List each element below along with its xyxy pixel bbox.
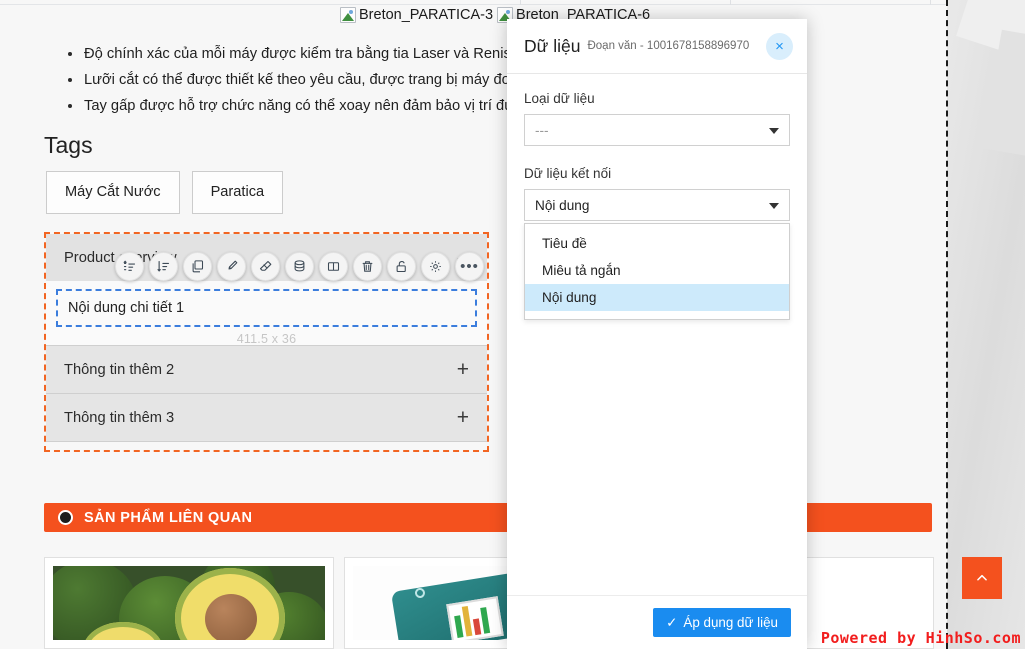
data-type-value: --- bbox=[535, 122, 549, 138]
data-settings-panel: Dữ liệu Đoạn văn - 1001678158896970 × Lo… bbox=[507, 19, 807, 649]
chevron-down-icon bbox=[769, 128, 779, 134]
product-card[interactable] bbox=[44, 557, 334, 649]
dimension-label: 411.5 x 36 bbox=[236, 332, 297, 346]
linked-data-label: Dữ liệu kết nối bbox=[524, 166, 612, 181]
check-icon: ✓ bbox=[666, 614, 678, 630]
move-up-icon[interactable] bbox=[115, 252, 144, 281]
eraser-icon[interactable] bbox=[251, 252, 280, 281]
data-type-label: Loại dữ liệu bbox=[524, 91, 595, 106]
dropdown-option-content[interactable]: Nội dung bbox=[525, 284, 789, 311]
top-cell-divider-1 bbox=[520, 0, 521, 5]
tags-heading: Tags bbox=[44, 132, 93, 158]
top-cell-divider-3 bbox=[930, 0, 931, 5]
list-item: Độ chính xác của mỗi máy được kiểm tra b… bbox=[62, 41, 942, 67]
linked-data-dropdown[interactable]: Tiêu đề Miêu tả ngắn Nội dung bbox=[524, 223, 790, 320]
scroll-to-top-button[interactable] bbox=[962, 557, 1002, 599]
editor-backdrop bbox=[947, 0, 1025, 649]
paragraph-block-selected[interactable]: Nội dung chi tiết 1 bbox=[56, 289, 477, 327]
list-item: Lưỡi cắt có thể được thiết kế theo yêu c… bbox=[62, 67, 942, 93]
top-divider bbox=[0, 4, 947, 5]
panel-header: Dữ liệu Đoạn văn - 1001678158896970 × bbox=[507, 19, 807, 74]
accordion-label: Thông tin thêm 2 bbox=[64, 361, 175, 378]
broken-image-1: Breton_PARATICA-3 bbox=[340, 7, 493, 23]
database-icon[interactable] bbox=[285, 252, 314, 281]
tag-item[interactable]: Paratica bbox=[191, 171, 284, 214]
viewport-boundary-line bbox=[946, 0, 948, 649]
linked-data-select[interactable]: Nội dung bbox=[524, 189, 790, 221]
accordion-body-1: Nội dung chi tiết 1 411.5 x 36 bbox=[46, 281, 487, 346]
move-down-icon[interactable] bbox=[149, 252, 178, 281]
apply-data-label: Áp dụng dữ liệu bbox=[683, 615, 778, 630]
copy-icon[interactable] bbox=[183, 252, 212, 281]
accordion-header-3[interactable]: Thông tin thêm 3 + bbox=[46, 394, 487, 441]
accordion-item-2: Thông tin thêm 2 + bbox=[46, 346, 487, 394]
broken-image-icon bbox=[340, 7, 356, 23]
expand-plus-icon[interactable]: + bbox=[457, 359, 469, 380]
accordion-item-1: Product overview – Nội dung chi tiết 1 4… bbox=[46, 234, 487, 346]
brush-icon[interactable] bbox=[217, 252, 246, 281]
bullet-dot-icon bbox=[58, 510, 73, 525]
chevron-down-icon bbox=[769, 203, 779, 209]
block-floating-toolbar[interactable]: ••• bbox=[115, 252, 484, 281]
more-icon[interactable]: ••• bbox=[455, 252, 484, 281]
tag-item[interactable]: Máy Cắt Nước bbox=[46, 171, 180, 214]
top-cell-divider-2 bbox=[730, 0, 731, 5]
linked-data-value: Nội dung bbox=[535, 197, 590, 213]
data-type-select[interactable]: --- bbox=[524, 114, 790, 146]
dropdown-option-short-description[interactable]: Miêu tả ngắn bbox=[525, 257, 789, 284]
dropdown-option-title[interactable]: Tiêu đề bbox=[525, 230, 789, 257]
screen: Breton_PARATICA-3 Breton_PARATICA-6 Độ c… bbox=[0, 0, 1025, 649]
accordion-label: Thông tin thêm 3 bbox=[64, 409, 175, 426]
tag-list: Máy Cắt Nước Paratica bbox=[46, 171, 284, 214]
accordion-header-2[interactable]: Thông tin thêm 2 + bbox=[46, 346, 487, 393]
panel-title: Dữ liệu bbox=[524, 35, 581, 56]
panel-subtitle: Đoạn văn - 1001678158896970 bbox=[587, 40, 750, 52]
gear-icon[interactable] bbox=[421, 252, 450, 281]
columns-icon[interactable] bbox=[319, 252, 348, 281]
accordion-item-3: Thông tin thêm 3 + bbox=[46, 394, 487, 442]
avocado-image bbox=[53, 566, 325, 640]
watermark: Powered by HinhSo.com bbox=[820, 629, 1021, 647]
related-products-title: SẢN PHẨM LIÊN QUAN bbox=[84, 509, 253, 526]
close-icon[interactable]: × bbox=[766, 32, 793, 60]
feature-bullet-list: Độ chính xác của mỗi máy được kiểm tra b… bbox=[62, 41, 942, 119]
unlock-icon[interactable] bbox=[387, 252, 416, 281]
panel-footer: ✓ Áp dụng dữ liệu bbox=[507, 595, 807, 649]
trash-icon[interactable] bbox=[353, 252, 382, 281]
list-item: Tay gấp được hỗ trợ chức năng có thể xoa… bbox=[62, 93, 942, 119]
expand-plus-icon[interactable]: + bbox=[457, 407, 469, 428]
product-thumbnail bbox=[53, 566, 325, 640]
apply-data-button[interactable]: ✓ Áp dụng dữ liệu bbox=[653, 608, 791, 637]
broken-image-alt: Breton_PARATICA-3 bbox=[359, 7, 494, 23]
panel-body: Loại dữ liệu --- Dữ liệu kết nối Nội dun… bbox=[507, 74, 807, 595]
